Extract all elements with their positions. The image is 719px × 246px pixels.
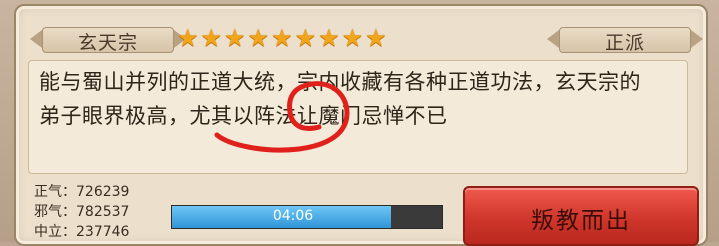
star-icon: ★ bbox=[224, 24, 246, 52]
sect-name-banner: 玄天宗 bbox=[28, 24, 188, 54]
star-icon: ★ bbox=[341, 24, 364, 52]
righteous-value: 726239 bbox=[76, 184, 130, 200]
star-rating: ★ ★ ★ ★ ★ ★ ★ ★ ★ bbox=[177, 25, 387, 51]
righteous-stat: 正气：726239 bbox=[34, 182, 129, 202]
sect-description-box: 能与蜀山并列的正道大统，宗内收藏有各种正道功法，玄天宗的 弟子眼界极高，尤其以阵… bbox=[28, 60, 688, 174]
evil-label: 邪气： bbox=[34, 204, 76, 220]
neutral-label: 中立： bbox=[34, 224, 76, 240]
sect-description: 能与蜀山并列的正道大统，宗内收藏有各种正道功法，玄天宗的 弟子眼界极高，尤其以阵… bbox=[39, 65, 677, 133]
star-icon: ★ bbox=[247, 24, 270, 52]
sect-alignment: 正派 bbox=[604, 32, 645, 54]
neutral-value: 237746 bbox=[76, 224, 130, 240]
star-icon: ★ bbox=[365, 24, 387, 52]
timer-text: 04:06 bbox=[272, 208, 314, 224]
sect-name: 玄天宗 bbox=[77, 32, 138, 54]
star-icon: ★ bbox=[318, 24, 340, 52]
star-icon: ★ bbox=[177, 24, 199, 52]
righteous-label: 正气： bbox=[34, 184, 76, 200]
faction-stats: 正气：726239 邪气：782537 中立：237746 bbox=[34, 182, 129, 242]
star-icon: ★ bbox=[294, 24, 317, 52]
defect-button-label: 叛教而出 bbox=[531, 208, 631, 234]
star-icon: ★ bbox=[200, 24, 223, 52]
star-icon: ★ bbox=[271, 24, 293, 52]
evil-value: 782537 bbox=[76, 204, 130, 220]
evil-stat: 邪气：782537 bbox=[34, 202, 129, 222]
description-line-2: 弟子眼界极高，尤其以阵法让魔门忌惮不已 bbox=[39, 104, 448, 128]
timer-progress-bar: 04:06 bbox=[171, 205, 443, 229]
description-line-1: 能与蜀山并列的正道大统，宗内收藏有各种正道功法，玄天宗的 bbox=[39, 70, 641, 94]
neutral-stat: 中立：237746 bbox=[34, 222, 129, 242]
defect-button[interactable]: 叛教而出 bbox=[463, 186, 699, 246]
alignment-banner: 正派 bbox=[545, 24, 705, 54]
